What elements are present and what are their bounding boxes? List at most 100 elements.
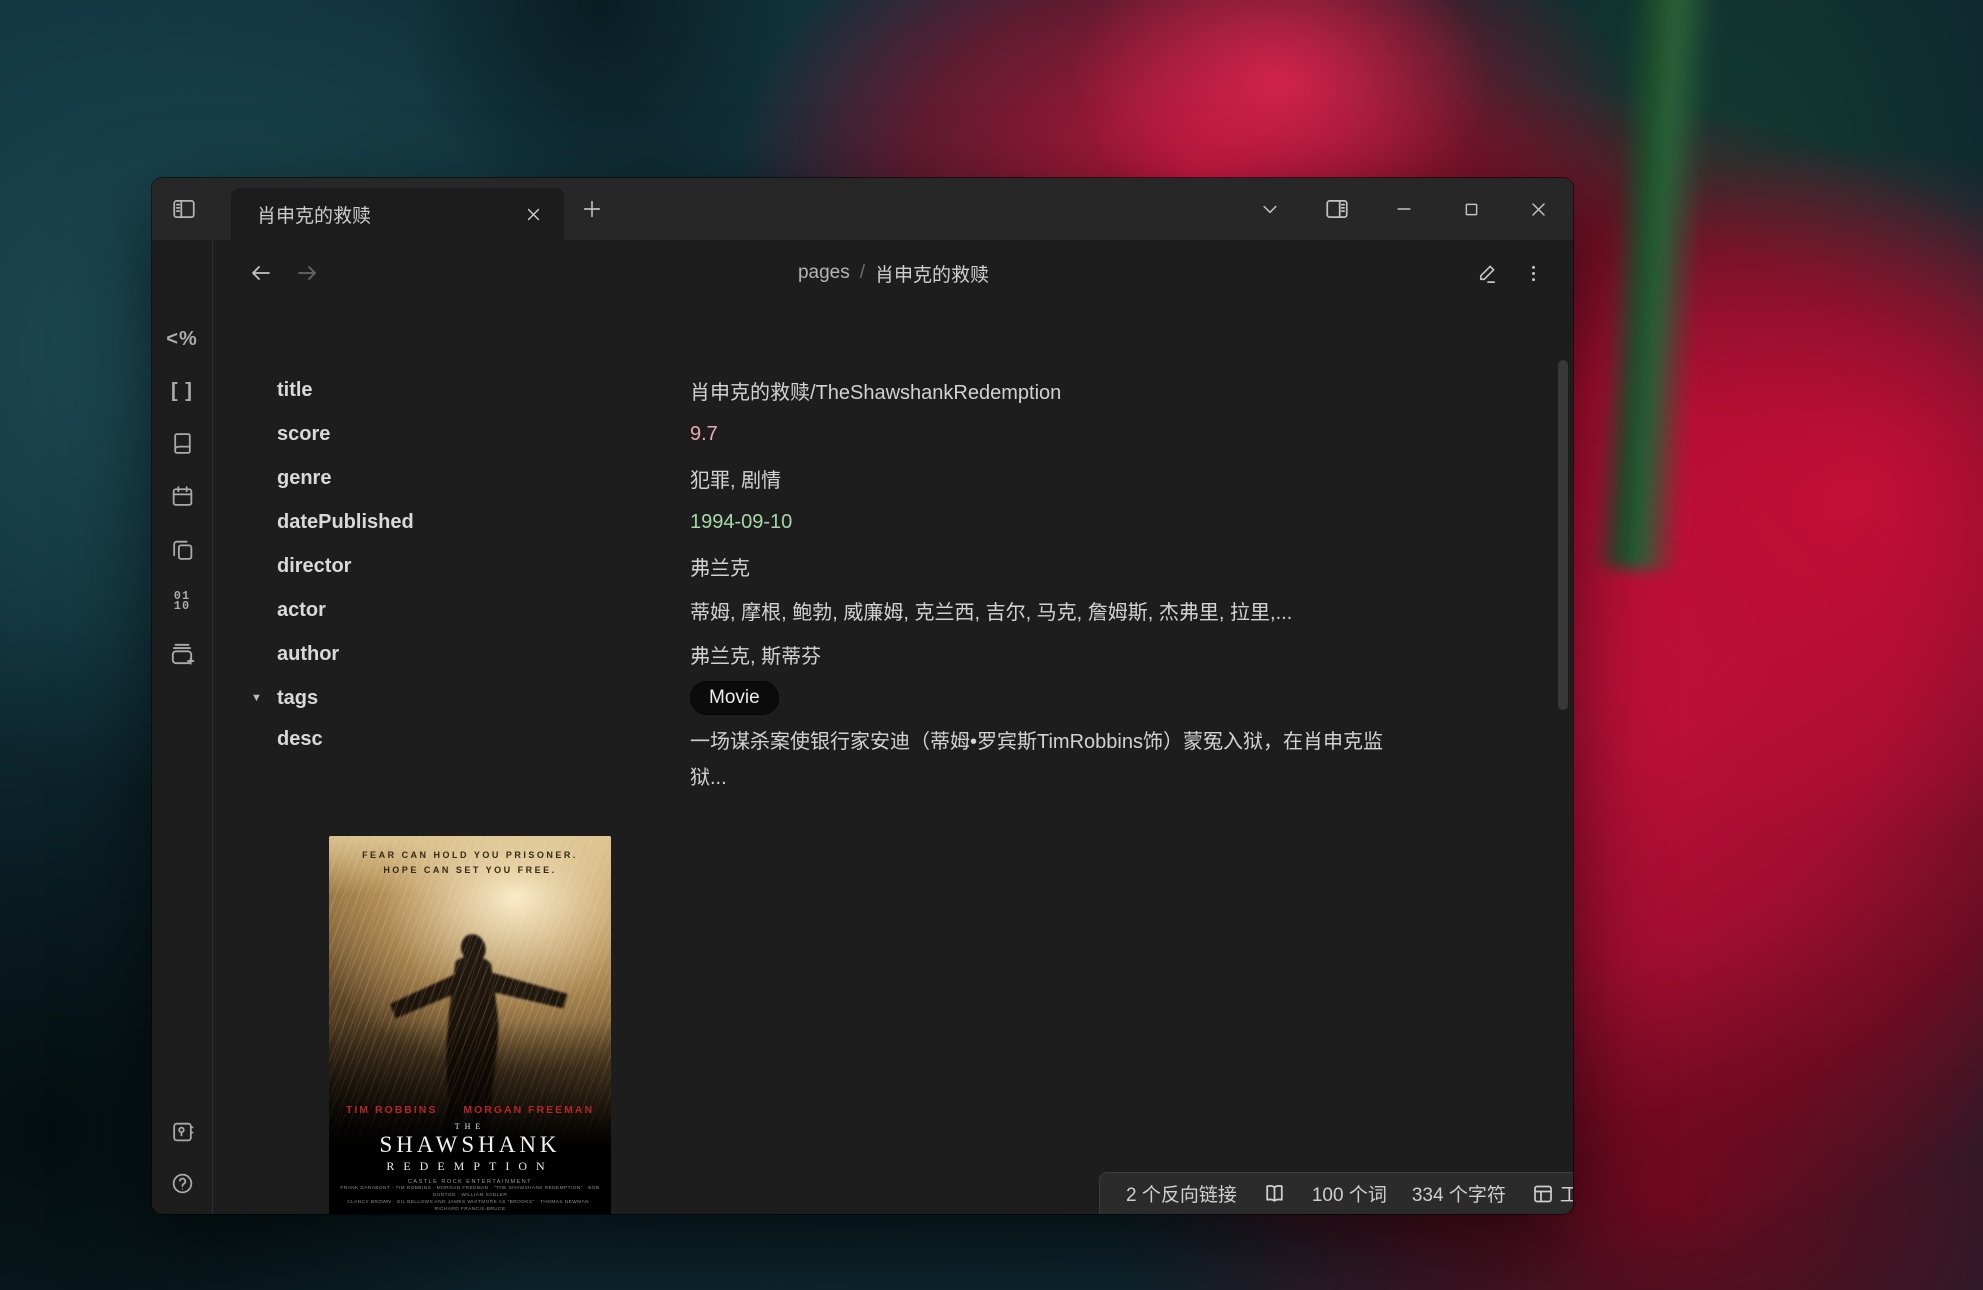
workspace-switcher[interactable]: 工作: [1531, 1180, 1573, 1207]
property-key-author[interactable]: author: [277, 643, 690, 666]
kebab-menu-icon: [1523, 263, 1544, 284]
edit-pencil-icon: [1476, 262, 1499, 285]
poster-credits-line2: CLANCY BROWN · GIL BELLOWS AND JAMES WHI…: [339, 1199, 601, 1213]
dock-item-copy[interactable]: [160, 527, 204, 571]
poster-cast-names: TIM ROBBINS MORGAN FREEMAN: [329, 1104, 611, 1116]
safe-icon: [170, 1119, 195, 1144]
property-value-director[interactable]: 弗兰克: [690, 552, 750, 581]
property-value-author[interactable]: 弗兰克, 斯蒂芬: [690, 640, 821, 669]
property-value-tags: Movie: [690, 681, 779, 715]
property-row-title: title 肖申克的救赎/TheShawshankRedemption: [277, 368, 1457, 412]
tab-bar: 肖申克的救赎: [152, 178, 1573, 240]
chevron-down-icon: [1260, 199, 1280, 219]
property-value-actor[interactable]: 蒂姆, 摩根, 鲍勃, 威廉姆, 克兰西, 吉尔, 马克, 詹姆斯, 杰弗里, …: [690, 596, 1292, 625]
tab-list-button[interactable]: [1249, 189, 1291, 229]
new-tab-button[interactable]: [574, 191, 610, 227]
movie-poster-image[interactable]: FEAR CAN HOLD YOU PRISONER. HOPE CAN SET…: [329, 836, 611, 1214]
dock-right-icon: [1324, 196, 1350, 222]
backlinks-counter[interactable]: 2 个反向链接: [1126, 1180, 1237, 1207]
poster-tagline-line2: HOPE CAN SET YOU FREE.: [329, 863, 611, 878]
property-key-score[interactable]: score: [277, 423, 690, 446]
poster-credits: FRANK DARABONT · TIM ROBBINS · MORGAN FR…: [329, 1185, 611, 1214]
poster-cast-left: TIM ROBBINS: [346, 1104, 437, 1116]
app-window: 肖申克的救赎: [152, 178, 1573, 1214]
dock-item-help[interactable]: [160, 1161, 204, 1205]
tag-chip-movie[interactable]: Movie: [690, 681, 779, 715]
poster-credits-line3: TERENCE MARSH · ROGER DEAKINS, B.S.C. · …: [339, 1213, 601, 1214]
brackets-icon: [ ]: [171, 380, 193, 403]
flashcard-add-icon: [169, 641, 195, 667]
property-key-datepublished[interactable]: datePublished: [277, 511, 690, 534]
nav-back-button[interactable]: [242, 254, 280, 292]
plus-icon: [581, 198, 603, 220]
copy-icon: [170, 537, 195, 562]
dock-item-binary[interactable]: 01 10: [160, 579, 204, 623]
doc-info-button[interactable]: [1262, 1181, 1287, 1206]
property-row-genre: genre 犯罪, 剧情: [277, 456, 1457, 500]
dock-item-flashcards[interactable]: [160, 632, 204, 676]
minimize-button[interactable]: [1383, 189, 1425, 229]
close-window-button[interactable]: [1517, 189, 1559, 229]
dock-item-calendar[interactable]: [160, 474, 204, 518]
minimize-icon: [1394, 199, 1414, 219]
collapse-triangle-icon[interactable]: ▼: [251, 692, 262, 704]
tab-shawshank[interactable]: 肖申克的救赎: [231, 188, 564, 240]
dock-item-template[interactable]: <%: [160, 317, 204, 361]
breadcrumb-row: pages / 肖申克的救赎: [214, 240, 1573, 306]
property-row-tags: ▼ tags Movie: [277, 676, 1457, 720]
property-row-actor: actor 蒂姆, 摩根, 鲍勃, 威廉姆, 克兰西, 吉尔, 马克, 詹姆斯,…: [277, 588, 1457, 632]
help-icon: [170, 1171, 195, 1196]
property-key-desc[interactable]: desc: [277, 724, 690, 751]
arrow-left-icon: [249, 261, 273, 285]
word-count: 100 个词: [1312, 1180, 1387, 1207]
property-row-score: score 9.7: [277, 412, 1457, 456]
template-icon: <%: [166, 328, 197, 351]
sidebar-toggle-button[interactable]: [162, 189, 206, 229]
maximize-icon: [1462, 200, 1481, 219]
dock-panel-button[interactable]: [1316, 189, 1358, 229]
attribute-table: title 肖申克的救赎/TheShawshankRedemption scor…: [277, 368, 1457, 796]
tab-close-button[interactable]: [518, 199, 548, 229]
property-value-desc[interactable]: 一场谋杀案使银行家安迪（蒂姆•罗宾斯TimRobbins饰）蒙冤入狱，在肖申克监…: [690, 724, 1416, 796]
property-key-genre[interactable]: genre: [277, 467, 690, 490]
property-value-datepublished[interactable]: 1994-09-10: [690, 511, 792, 534]
property-key-title[interactable]: title: [277, 379, 690, 402]
poster-tagline-line1: FEAR CAN HOLD YOU PRISONER.: [329, 848, 611, 863]
poster-title-main: SHAWSHANK: [329, 1132, 611, 1158]
poster-tagline: FEAR CAN HOLD YOU PRISONER. HOPE CAN SET…: [329, 848, 611, 878]
arrow-right-icon: [295, 261, 319, 285]
property-key-director[interactable]: director: [277, 555, 690, 578]
breadcrumb-separator: /: [860, 262, 865, 284]
sidebar-toggle-icon: [171, 196, 197, 222]
close-icon: [1529, 200, 1548, 219]
dock-item-safe[interactable]: [160, 1109, 204, 1153]
breadcrumb: pages / 肖申克的救赎: [414, 240, 1373, 306]
window-controls: [1249, 189, 1559, 229]
property-value-title[interactable]: 肖申克的救赎/TheShawshankRedemption: [690, 376, 1061, 405]
scrollbar-thumb[interactable]: [1558, 360, 1568, 710]
property-row-author: author 弗兰克, 斯蒂芬: [277, 632, 1457, 676]
dock-item-notebook[interactable]: [160, 421, 204, 465]
poster-cast-right: MORGAN FREEMAN: [463, 1104, 594, 1116]
binary-icon: 01 10: [174, 591, 190, 611]
property-row-director: director 弗兰克: [277, 544, 1457, 588]
char-count: 334 个字符: [1412, 1180, 1506, 1207]
nav-forward-button[interactable]: [288, 254, 326, 292]
status-bar: 2 个反向链接 100 个词 334 个字符: [1099, 1172, 1573, 1214]
property-key-tags[interactable]: ▼ tags: [277, 687, 690, 710]
dock-item-brackets[interactable]: [ ]: [160, 369, 204, 413]
editor-area: pages / 肖申克的救赎 title: [214, 240, 1573, 1214]
poster-title-sub: REDEMPTION: [329, 1159, 611, 1174]
left-dock-bar: <% [ ]: [152, 240, 213, 1214]
maximize-button[interactable]: [1450, 189, 1492, 229]
property-row-datepublished: datePublished 1994-09-10: [277, 500, 1457, 544]
rename-button[interactable]: [1468, 254, 1506, 292]
breadcrumb-current[interactable]: 肖申克的救赎: [875, 260, 989, 287]
property-value-score[interactable]: 9.7: [690, 423, 718, 446]
property-key-actor[interactable]: actor: [277, 599, 690, 622]
property-value-genre[interactable]: 犯罪, 剧情: [690, 464, 781, 493]
notebook-icon: [170, 431, 195, 456]
more-options-button[interactable]: [1514, 254, 1552, 292]
workspace-layout-icon: [1531, 1182, 1555, 1206]
breadcrumb-parent[interactable]: pages: [798, 262, 850, 284]
